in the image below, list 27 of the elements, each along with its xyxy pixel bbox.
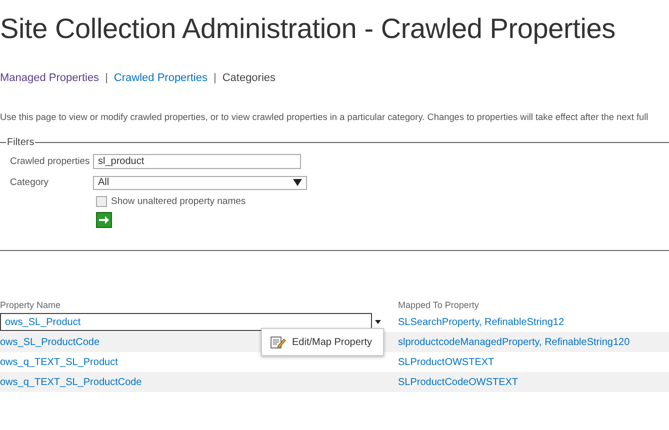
mapped-property-link[interactable]: SLProductOWSTEXT xyxy=(398,356,494,368)
edit-document-icon xyxy=(270,335,286,349)
separator: | xyxy=(105,72,108,84)
mapped-property-link[interactable]: SLProductCodeOWSTEXT xyxy=(398,376,518,388)
mapped-property-link[interactable]: SLSearchProperty, RefinableString12 xyxy=(398,316,564,328)
field-label: Crawled properties xyxy=(10,156,91,167)
mapped-property-link[interactable]: slproductcodeManagedProperty, RefinableString120 xyxy=(398,336,630,348)
go-arrow-button[interactable] xyxy=(96,212,112,228)
field-label: Category xyxy=(10,177,50,188)
nav-link[interactable]: Categories xyxy=(222,72,276,84)
checkbox-label: Show unaltered property names xyxy=(111,196,246,206)
property-name-link[interactable]: ows_q_TEXT_SL_Product xyxy=(0,353,372,371)
description-text: Use this page to view or modify crawled properties, or to view crawled properties in a particular category. Changes to properties will take effect after the next full xyxy=(0,112,650,122)
category-dropdown[interactable]: All xyxy=(93,176,307,190)
separator: | xyxy=(213,72,216,84)
nav-link[interactable]: Managed Properties xyxy=(0,72,100,84)
crawled-properties-field[interactable]: sl_product xyxy=(93,154,301,169)
checkbox[interactable] xyxy=(96,196,107,206)
property-name-link[interactable]: ows_q_TEXT_SL_ProductCode xyxy=(0,373,372,391)
column-header: Mapped To Property xyxy=(398,300,480,310)
filters-legend: Filters xyxy=(6,136,36,148)
nav-link[interactable]: Crawled Properties xyxy=(114,72,208,84)
menu-item[interactable]: Edit/Map Property xyxy=(262,335,372,349)
dropdown-arrow-icon xyxy=(293,179,302,186)
column-header: Property Name xyxy=(0,300,62,310)
caret-icon[interactable] xyxy=(375,320,381,324)
page-title: Site Collection Administration - Crawled Properties xyxy=(0,12,616,46)
